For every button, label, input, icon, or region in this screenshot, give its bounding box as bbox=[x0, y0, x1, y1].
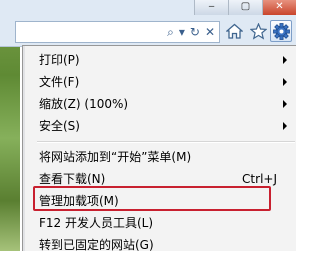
menu-separator bbox=[37, 141, 295, 143]
menu-item-file[interactable]: 文件(F) bbox=[27, 71, 293, 93]
menu-item-security[interactable]: 安全(S) bbox=[27, 115, 293, 137]
menu-item-label: 打印(P) bbox=[39, 53, 80, 67]
submenu-arrow-icon bbox=[283, 56, 287, 64]
minimize-button[interactable]: ‒ bbox=[194, 0, 228, 15]
search-icon[interactable]: ⌕ bbox=[167, 24, 174, 40]
menu-item-label: 缩放(Z) (100%) bbox=[39, 97, 129, 111]
tools-menu: 打印(P) 文件(F) 缩放(Z) (100%) 安全(S) 将网站添加到“开始… bbox=[22, 45, 296, 252]
submenu-arrow-icon bbox=[283, 122, 287, 130]
close-button[interactable]: ✕ bbox=[262, 0, 296, 15]
home-icon bbox=[225, 23, 243, 39]
menu-item-print[interactable]: 打印(P) bbox=[27, 49, 293, 71]
stop-icon[interactable]: ✕ bbox=[205, 24, 215, 40]
menu-item-label: 将网站添加到“开始”菜单(M) bbox=[39, 150, 192, 164]
menu-gutter bbox=[23, 46, 25, 251]
home-button[interactable] bbox=[223, 20, 245, 42]
menu-item-label: 查看下载(N) bbox=[39, 172, 106, 186]
submenu-arrow-icon bbox=[283, 78, 287, 86]
browser-toolbar: ‒ ▢ ✕ ⌕ ▾ ↻ ✕ bbox=[0, 0, 296, 47]
menu-item-label: 文件(F) bbox=[39, 75, 80, 89]
star-icon bbox=[249, 22, 267, 40]
menu-item-pinned-sites[interactable]: 转到已固定的网站(G) bbox=[27, 234, 293, 256]
menu-item-label: 转到已固定的网站(G) bbox=[39, 238, 154, 252]
submenu-arrow-icon bbox=[283, 100, 287, 108]
window-controls: ‒ ▢ ✕ bbox=[194, 0, 296, 15]
tools-button[interactable] bbox=[270, 20, 292, 42]
menu-item-label: F12 开发人员工具(L) bbox=[39, 216, 154, 230]
menu-item-zoom[interactable]: 缩放(Z) (100%) bbox=[27, 93, 293, 115]
gear-icon bbox=[272, 22, 290, 40]
highlight-annotation bbox=[33, 186, 271, 211]
chevron-down-icon[interactable]: ▾ bbox=[179, 24, 185, 40]
address-bar[interactable]: ⌕ ▾ ↻ ✕ bbox=[15, 21, 220, 43]
menu-item-add-to-start[interactable]: 将网站添加到“开始”菜单(M) bbox=[27, 146, 293, 168]
favorites-button[interactable] bbox=[247, 20, 269, 42]
menu-item-dev-tools[interactable]: F12 开发人员工具(L) bbox=[27, 212, 293, 234]
menu-item-label: 安全(S) bbox=[39, 119, 80, 133]
refresh-icon[interactable]: ↻ bbox=[190, 24, 200, 40]
maximize-button[interactable]: ▢ bbox=[228, 0, 262, 15]
address-bar-icons: ⌕ ▾ ↻ ✕ bbox=[167, 24, 215, 40]
